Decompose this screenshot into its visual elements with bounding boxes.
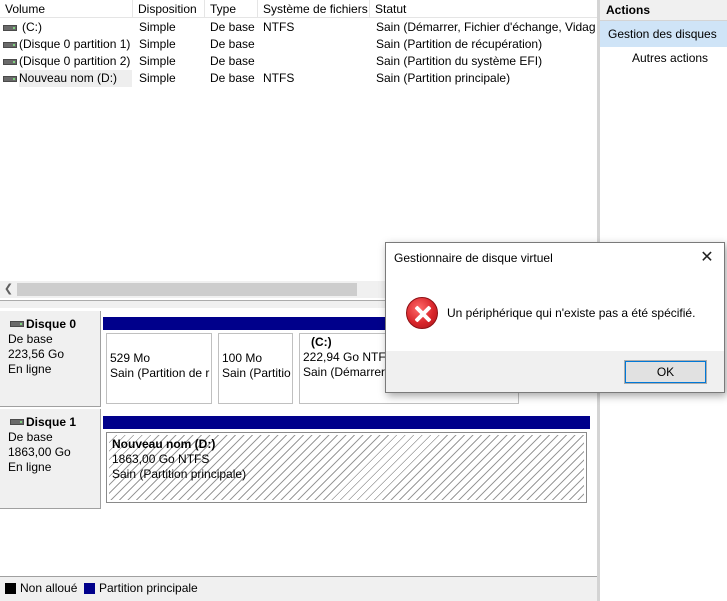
- partition-block[interactable]: 529 Mo Sain (Partition de r: [103, 317, 215, 405]
- cell-type: De base: [210, 20, 255, 34]
- legend-swatch-unallocated: [5, 583, 16, 594]
- cell-type: De base: [210, 37, 255, 51]
- partition-bar: [215, 317, 296, 330]
- disk-0-label[interactable]: Disque 0 De base 223,56 Go En ligne: [0, 311, 101, 407]
- column-header-type[interactable]: Type: [205, 0, 258, 18]
- disk-type: De base: [8, 430, 53, 444]
- legend-swatch-primary: [84, 583, 95, 594]
- cell-type: De base: [210, 54, 255, 68]
- column-header-filesystem[interactable]: Système de fichiers: [258, 0, 370, 18]
- partition-status: Sain (Partition de r: [110, 366, 210, 380]
- partition-size: 529 Mo: [110, 351, 151, 365]
- disk-state: En ligne: [8, 362, 52, 376]
- disk-type: De base: [8, 332, 53, 346]
- partition-status: Sain (Partition principale): [112, 467, 247, 481]
- cell-status: Sain (Démarrer, Fichier d'échange, Vidag…: [376, 20, 596, 34]
- cell-volume: (C:): [22, 20, 42, 34]
- cell-layout: Simple: [139, 20, 176, 34]
- close-icon[interactable]: ✕: [696, 247, 718, 269]
- disk-icon: [10, 321, 24, 327]
- volume-icon: [3, 59, 17, 65]
- partition-size: 1863,00 Go NTFS: [112, 452, 210, 466]
- ok-button[interactable]: OK: [624, 360, 707, 384]
- cell-volume: (Disque 0 partition 2): [19, 54, 131, 68]
- partition-block[interactable]: Nouveau nom (D:) 1863,00 Go NTFS Sain (P…: [103, 416, 590, 504]
- volume-list-header: Volume Disposition Type Système de fichi…: [0, 0, 597, 18]
- partition-status: Sain (Partitio: [222, 366, 291, 380]
- action-disk-management[interactable]: Gestion des disques: [600, 21, 727, 47]
- column-header-layout[interactable]: Disposition: [133, 0, 205, 18]
- table-row[interactable]: Nouveau nom (D:) Simple De base NTFS Sai…: [0, 70, 597, 87]
- partition-size: 100 Mo: [222, 351, 263, 365]
- cell-status: Sain (Partition de récupération): [376, 37, 543, 51]
- volume-icon: [3, 25, 17, 31]
- legend-label: Partition principale: [99, 581, 198, 595]
- dialog-footer: OK: [386, 351, 724, 392]
- partition-bar: [103, 416, 590, 429]
- volume-icon: [3, 42, 17, 48]
- partition-bar: [103, 317, 215, 330]
- cell-type: De base: [210, 71, 255, 85]
- table-row[interactable]: (Disque 0 partition 2) Simple De base Sa…: [0, 53, 597, 70]
- volume-icon: [3, 76, 17, 82]
- action-more-actions[interactable]: Autres actions: [600, 47, 727, 69]
- error-dialog: Gestionnaire de disque virtuel ✕ Un péri…: [385, 242, 725, 393]
- partition-label: Nouveau nom (D:): [112, 437, 216, 451]
- table-row[interactable]: (Disque 0 partition 1) Simple De base Sa…: [0, 36, 597, 53]
- table-row[interactable]: (C:) Simple De base NTFS Sain (Démarrer,…: [0, 19, 597, 36]
- cell-status: Sain (Partition du système EFI): [376, 54, 543, 68]
- partition-block[interactable]: 100 Mo Sain (Partitio: [215, 317, 296, 405]
- cell-filesystem: NTFS: [263, 71, 295, 85]
- cell-status: Sain (Partition principale): [376, 71, 511, 85]
- disk-size: 223,56 Go: [8, 347, 65, 361]
- actions-title: Actions: [600, 0, 727, 21]
- dialog-message: Un périphérique qui n'existe pas a été s…: [447, 306, 696, 320]
- cell-layout: Simple: [139, 54, 176, 68]
- dialog-title: Gestionnaire de disque virtuel: [386, 243, 724, 273]
- cell-filesystem: NTFS: [263, 20, 295, 34]
- legend-label: Non alloué: [20, 581, 78, 595]
- legend: Non alloué Partition principale: [0, 576, 597, 601]
- scroll-left-icon[interactable]: ❮: [0, 281, 17, 298]
- cell-layout: Simple: [139, 37, 176, 51]
- disk-name: Disque 1: [26, 415, 77, 429]
- cell-volume: Nouveau nom (D:): [19, 70, 132, 87]
- dialog-body: Un périphérique qui n'existe pas a été s…: [386, 273, 724, 351]
- selected-partition-fill: Nouveau nom (D:) 1863,00 Go NTFS Sain (P…: [109, 435, 584, 500]
- disk-name: Disque 0: [26, 317, 77, 331]
- disk-icon: [10, 419, 24, 425]
- column-header-status[interactable]: Statut: [370, 0, 597, 18]
- column-header-volume[interactable]: Volume: [0, 0, 133, 18]
- cell-volume: (Disque 0 partition 1): [19, 37, 131, 51]
- cell-layout: Simple: [139, 71, 176, 85]
- disk-size: 1863,00 Go: [8, 445, 71, 459]
- error-icon: [406, 297, 438, 329]
- disk-1-label[interactable]: Disque 1 De base 1863,00 Go En ligne: [0, 409, 101, 509]
- disk-state: En ligne: [8, 460, 52, 474]
- scrollbar-thumb[interactable]: [17, 283, 357, 296]
